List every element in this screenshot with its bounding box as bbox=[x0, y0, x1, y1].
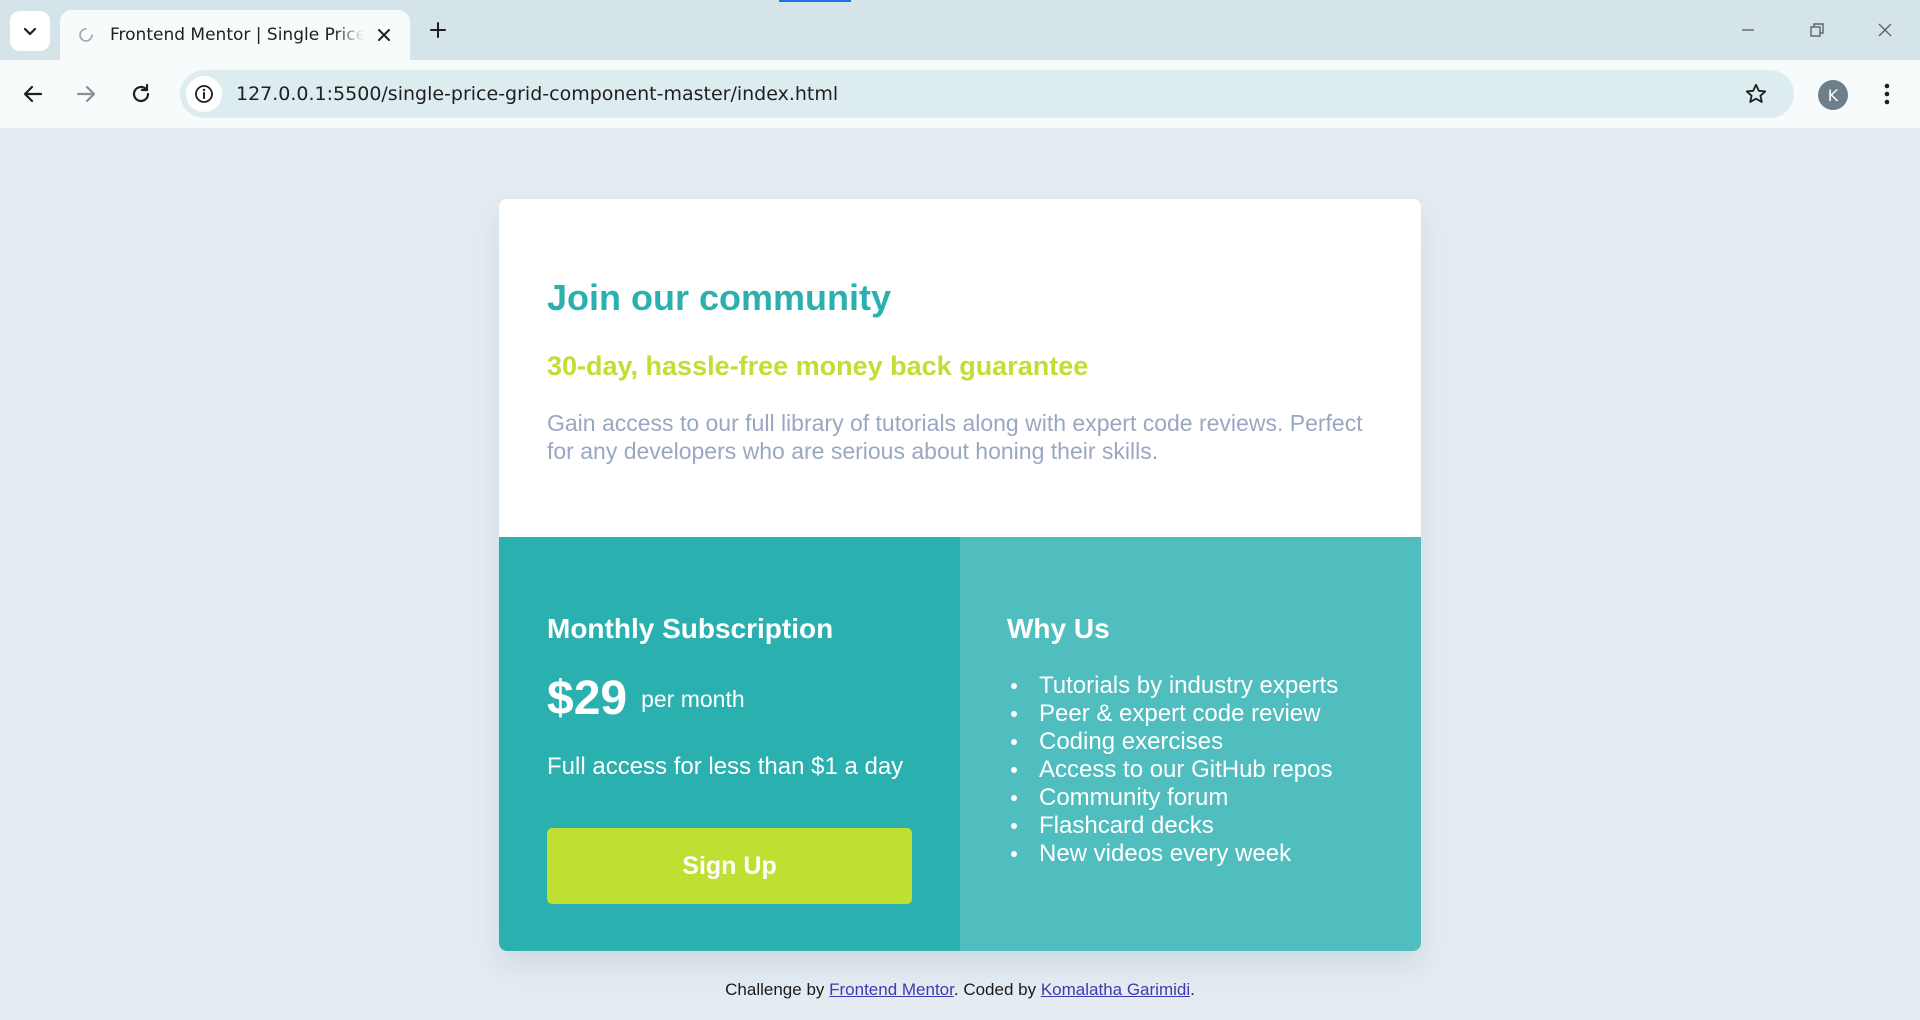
list-item: Peer & expert code review bbox=[1007, 700, 1338, 728]
close-tab-icon[interactable] bbox=[372, 23, 396, 47]
tab-title: Frontend Mentor | Single Price Grid Comp… bbox=[110, 25, 364, 45]
plus-icon bbox=[430, 22, 446, 38]
price-grid-card: Join our community 30-day, hassle-free m… bbox=[499, 199, 1421, 951]
more-vertical-icon bbox=[1884, 83, 1890, 105]
list-item-text: Access to our GitHub repos bbox=[1039, 756, 1333, 783]
list-item: Tutorials by industry experts bbox=[1007, 672, 1338, 700]
list-item-text: Tutorials by industry experts bbox=[1039, 672, 1339, 699]
bullet-icon bbox=[1011, 711, 1017, 717]
close-icon bbox=[1878, 23, 1892, 37]
bullet-icon bbox=[1011, 767, 1017, 773]
price-period: per month bbox=[641, 686, 745, 712]
description-text: Gain access to our full library of tutor… bbox=[547, 410, 1363, 464]
site-info-button[interactable] bbox=[186, 76, 222, 112]
why-us-title: Why Us bbox=[1007, 613, 1110, 644]
close-window-button[interactable] bbox=[1862, 10, 1908, 50]
arrow-right-icon bbox=[76, 85, 96, 103]
list-item-text: Peer & expert code review bbox=[1039, 700, 1321, 727]
tab-search-button[interactable] bbox=[10, 11, 50, 51]
back-button[interactable] bbox=[13, 74, 53, 114]
sign-up-button[interactable]: Sign Up bbox=[547, 828, 912, 904]
page-viewport: Join our community 30-day, hassle-free m… bbox=[0, 128, 1920, 1020]
page-title: Join our community bbox=[547, 277, 892, 318]
price-row: $29 per month bbox=[547, 671, 745, 726]
why-us-list: Tutorials by industry experts Peer & exp… bbox=[1007, 672, 1338, 868]
browser-tab-active[interactable]: Frontend Mentor | Single Price Grid Comp… bbox=[60, 10, 410, 60]
bookmark-button[interactable] bbox=[1736, 74, 1776, 114]
list-item-text: Flashcard decks bbox=[1039, 812, 1214, 839]
browser-tab-strip: Frontend Mentor | Single Price Grid Comp… bbox=[0, 0, 1920, 60]
list-item: New videos every week bbox=[1007, 840, 1338, 868]
minimize-button[interactable] bbox=[1725, 10, 1771, 50]
restore-button[interactable] bbox=[1794, 10, 1840, 50]
list-item-text: Community forum bbox=[1039, 784, 1229, 811]
address-bar[interactable]: 127.0.0.1:5500/single-price-grid-compone… bbox=[180, 70, 1794, 118]
subscription-section: Monthly Subscription $29 per month Full … bbox=[499, 537, 960, 951]
profile-avatar[interactable]: K bbox=[1818, 80, 1848, 110]
list-item: Community forum bbox=[1007, 784, 1338, 812]
bullet-icon bbox=[1011, 823, 1017, 829]
url-text[interactable]: 127.0.0.1:5500/single-price-grid-compone… bbox=[236, 83, 1736, 105]
attribution-footer: Challenge by Frontend Mentor. Coded by K… bbox=[0, 980, 1920, 1000]
bullet-icon bbox=[1011, 739, 1017, 745]
bullet-icon bbox=[1011, 795, 1017, 801]
guarantee-text: 30-day, hassle-free money back guarantee bbox=[547, 351, 1089, 381]
page-load-indicator bbox=[779, 0, 851, 2]
access-note: Full access for less than $1 a day bbox=[547, 753, 904, 780]
list-item: Access to our GitHub repos bbox=[1007, 756, 1338, 784]
browser-toolbar: 127.0.0.1:5500/single-price-grid-compone… bbox=[0, 60, 1920, 128]
price-amount: $29 bbox=[547, 672, 628, 725]
forward-button[interactable] bbox=[66, 74, 106, 114]
bullet-icon bbox=[1011, 683, 1017, 689]
new-tab-button[interactable] bbox=[422, 14, 454, 46]
info-icon bbox=[195, 85, 213, 103]
author-link[interactable]: Komalatha Garimidi bbox=[1041, 980, 1190, 999]
arrow-left-icon bbox=[23, 85, 43, 103]
list-item-text: Coding exercises bbox=[1039, 728, 1224, 755]
minimize-icon bbox=[1742, 29, 1754, 31]
loading-favicon-icon bbox=[76, 25, 96, 45]
footer-prefix: Challenge by bbox=[725, 980, 830, 999]
why-us-section: Why Us Tutorials by industry experts Pee… bbox=[960, 537, 1421, 951]
bullet-icon bbox=[1011, 851, 1017, 857]
subscription-title: Monthly Subscription bbox=[547, 613, 834, 644]
list-item-text: New videos every week bbox=[1039, 840, 1292, 867]
restore-icon bbox=[1810, 23, 1824, 37]
chevron-down-icon bbox=[23, 27, 37, 36]
reload-button[interactable] bbox=[121, 74, 161, 114]
frontend-mentor-link[interactable]: Frontend Mentor bbox=[829, 980, 954, 999]
star-icon bbox=[1745, 83, 1767, 103]
reload-icon bbox=[132, 83, 150, 103]
community-section: Join our community 30-day, hassle-free m… bbox=[499, 199, 1421, 537]
footer-suffix: . bbox=[1190, 980, 1195, 999]
list-item: Flashcard decks bbox=[1007, 812, 1338, 840]
list-item: Coding exercises bbox=[1007, 728, 1338, 756]
footer-middle: . Coded by bbox=[953, 980, 1041, 999]
browser-menu-button[interactable] bbox=[1870, 74, 1904, 114]
